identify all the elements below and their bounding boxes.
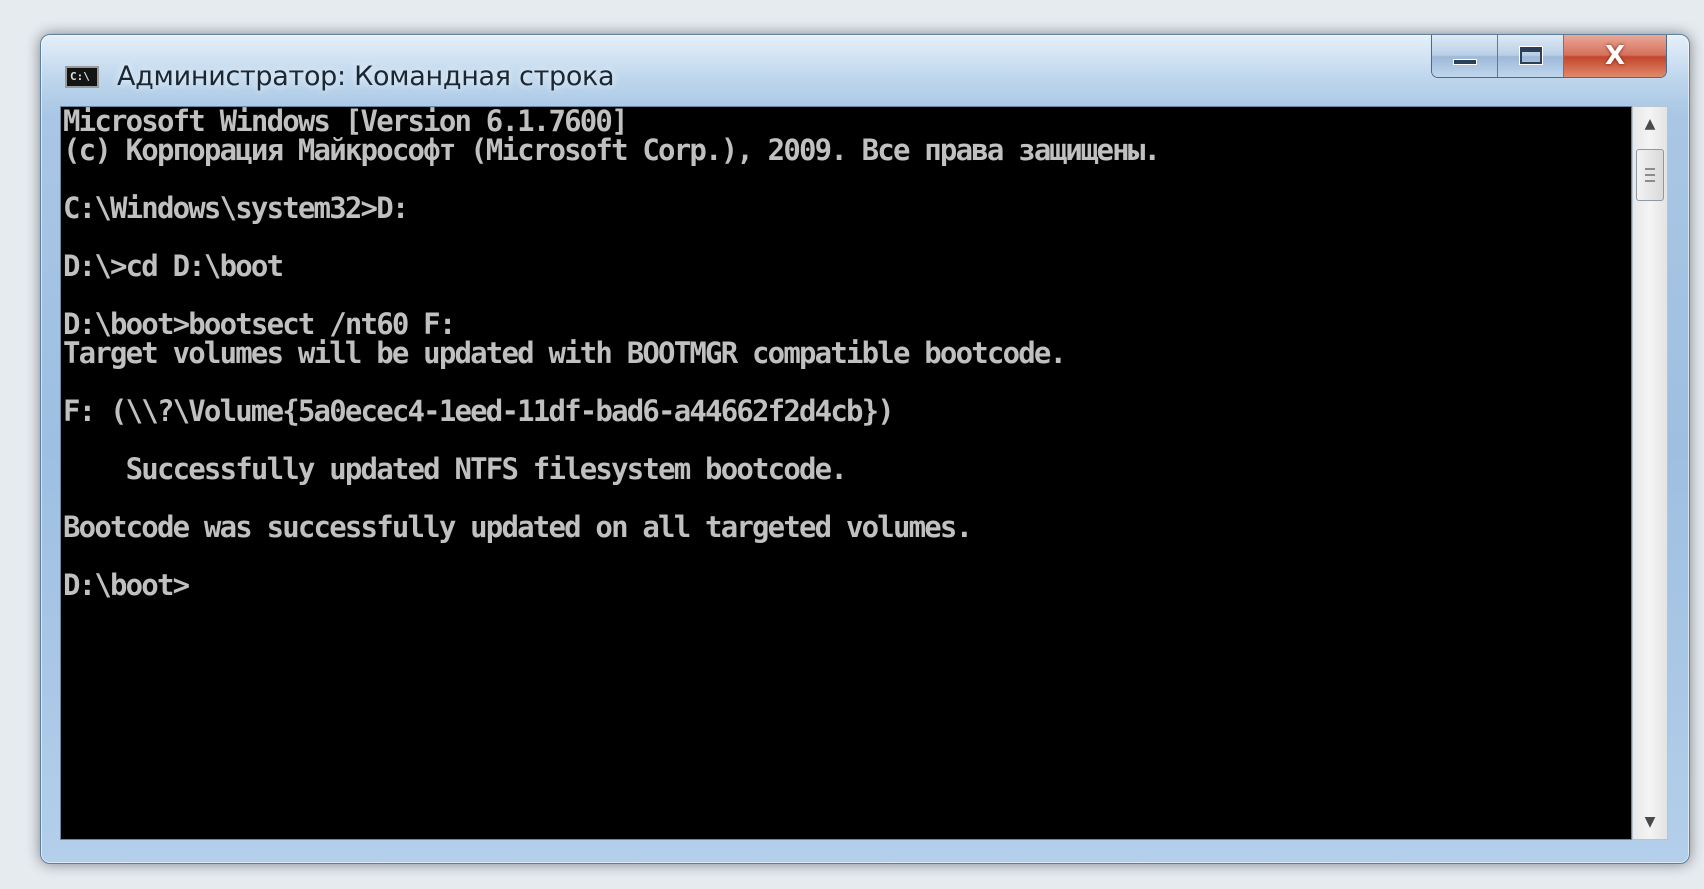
grip-line: [1645, 168, 1655, 170]
maximize-button[interactable]: [1498, 35, 1564, 77]
cmd-icon-text: C:\: [70, 70, 90, 83]
window-title: Администратор: Командная строка: [117, 61, 615, 92]
scroll-thumb[interactable]: [1636, 149, 1664, 201]
console-text: Microsoft Windows [Version 6.1.7600] (c) …: [61, 107, 1631, 600]
vertical-scrollbar[interactable]: ▲ ▼: [1632, 106, 1668, 840]
minimize-icon: [1453, 59, 1477, 65]
console-line: D:\boot>: [63, 568, 190, 602]
maximize-icon: [1519, 46, 1543, 65]
console-output[interactable]: Microsoft Windows [Version 6.1.7600] (c) …: [60, 106, 1632, 840]
scroll-down-arrow-icon[interactable]: ▼: [1633, 805, 1667, 839]
console-line: Microsoft Windows [Version 6.1.7600]: [63, 106, 629, 138]
cmd-icon[interactable]: C:\: [65, 66, 99, 88]
console-line: Target volumes will be updated with BOOT…: [63, 336, 1067, 370]
console-line: Successfully updated NTFS filesystem boo…: [63, 452, 848, 486]
scroll-up-arrow-icon[interactable]: ▲: [1633, 107, 1667, 141]
minimize-button[interactable]: [1432, 35, 1498, 77]
close-button[interactable]: X: [1564, 35, 1666, 77]
console-line: F: (\\?\Volume{5a0ecec4-1eed-11df-bad6-a…: [63, 394, 895, 428]
console-line: D:\boot>bootsect /nt60 F:: [63, 307, 456, 341]
console-line: D:\>cd D:\boot: [63, 249, 284, 283]
close-icon: X: [1604, 41, 1626, 71]
console-line: (c) Корпорация Майкрософт (Microsoft Cor…: [63, 133, 1161, 167]
grip-line: [1645, 174, 1655, 176]
console-line: Bootcode was successfully updated on all…: [63, 510, 973, 544]
caption-buttons: X: [1431, 35, 1667, 78]
grip-line: [1645, 180, 1655, 182]
console-line: C:\Windows\system32>D:: [63, 191, 409, 225]
